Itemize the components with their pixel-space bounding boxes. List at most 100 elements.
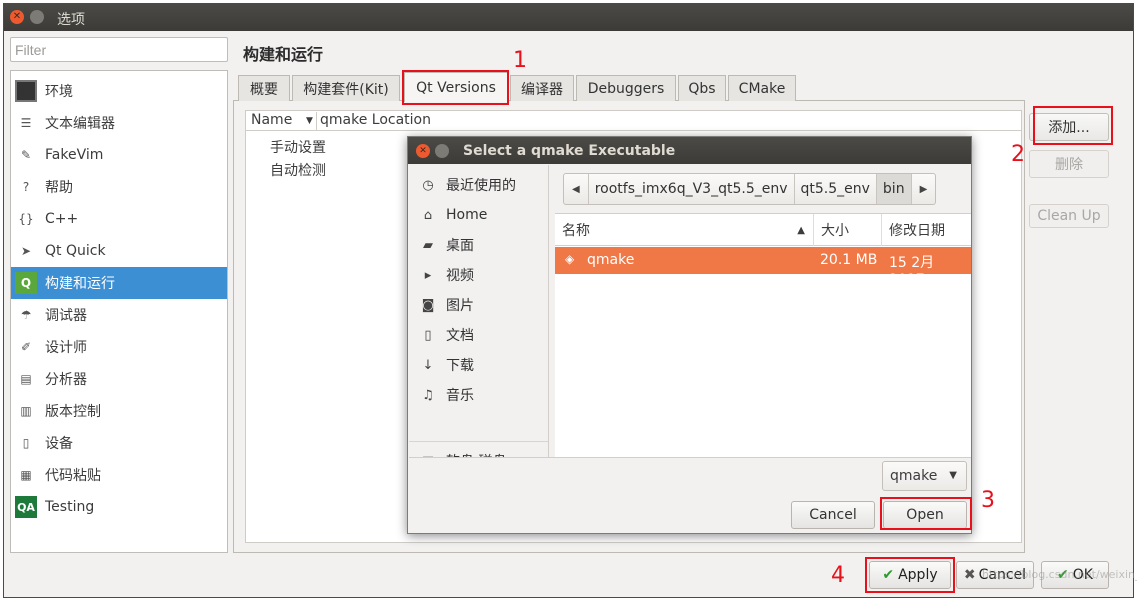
column-location-header[interactable]: qmake Location [320,112,431,128]
annotation-number: 2 [1011,142,1025,167]
file-modified: 15 2月 2017 [889,255,935,288]
place-item[interactable]: ♫ 音乐 [409,381,549,409]
tab-item[interactable]: Qt Versions [404,72,508,102]
filter-input[interactable] [10,37,228,62]
category-label: 环境 [45,84,73,100]
category-item[interactable]: ▬ 环境 [11,75,227,107]
place-item[interactable]: ↓ 下载 [409,351,549,379]
path-crumb[interactable]: qt5.5_env [795,174,877,204]
braces-icon: {} [18,212,34,226]
tab-item[interactable]: Debuggers [576,75,676,101]
tree-item-manual[interactable]: 手动设置 [270,137,326,157]
dialog-title-bar: ✕ Select a qmake Executable [408,137,971,164]
place-item[interactable]: ▸ 视频 [409,261,549,289]
place-item[interactable]: ◙ 图片 [409,291,549,319]
place-label: 视频 [446,268,474,284]
category-label: 设计师 [45,340,87,356]
category-item[interactable]: ➤ Qt Quick [11,235,227,267]
tab-item[interactable]: 概要 [238,75,290,101]
category-item[interactable]: ☰ 文本编辑器 [11,107,227,139]
column-name-label: 名称 [562,223,590,239]
place-item[interactable]: ▯ 文档 [409,321,549,349]
category-item[interactable]: ▯ 设备 [11,427,227,459]
category-label: 文本编辑器 [45,116,115,132]
category-item[interactable]: ? 帮助 [11,171,227,203]
sort-icon: ▼ [306,116,313,126]
place-item[interactable]: ▰ 桌面 [409,231,549,259]
file-name: qmake [587,252,635,268]
place-item[interactable]: ⌂ Home [409,201,549,229]
column-name-header[interactable]: 名称 ▲ [555,214,814,246]
category-item[interactable]: ▤ 分析器 [11,363,227,395]
category-item[interactable]: ✐ 设计师 [11,331,227,363]
music-icon: ♫ [422,387,434,403]
download-icon: ↓ [422,357,434,373]
path-bar: ◀ rootfs_imx6q_V3_qt5.5_env qt5.5_env bi… [563,173,937,205]
tab-item[interactable]: 构建套件(Kit) [292,75,400,101]
places-sidebar: ◷最近使用的⌂Home▰桌面▸视频◙图片▯文档↓下载♫音乐▣软盘 磁盘 [409,165,549,470]
path-back-icon[interactable]: ◀ [564,174,589,204]
column-size-header[interactable]: 大小 [814,214,882,246]
device-icon: ▯ [22,436,30,450]
column-divider [316,112,317,130]
tree-item-auto[interactable]: 自动检测 [270,160,326,180]
dropdown-icon: ▼ [949,470,957,481]
tab-item[interactable]: CMake [728,75,796,101]
debugger-icon: ☂ [20,308,32,322]
cleanup-button[interactable]: Clean Up [1029,204,1109,228]
column-name-header[interactable]: Name [251,112,292,128]
document-icon: ▯ [424,327,432,343]
place-label: 桌面 [446,238,474,254]
category-label: FakeVim [45,147,104,163]
category-item[interactable]: QA Testing [11,491,227,523]
category-label: Testing [45,499,95,515]
path-forward-icon[interactable]: ▶ [912,174,936,204]
close-icon[interactable]: ✕ [416,144,430,158]
category-item[interactable]: ☂ 调试器 [11,299,227,331]
place-label: Home [446,207,488,223]
category-item[interactable]: Q 构建和运行 [11,267,227,299]
monitor-icon: ▬ [15,80,37,102]
close-icon[interactable]: ✕ [10,10,24,24]
places-divider [409,441,548,442]
watermark: https://blog.csdn.net/weixin_45... [982,568,1137,581]
path-crumb[interactable]: rootfs_imx6q_V3_qt5.5_env [589,174,795,204]
annotation-number: 4 [831,563,845,588]
remove-button[interactable]: 删除 [1029,150,1109,178]
title-bar: ✕ 选项 [4,4,1133,31]
path-crumb-current[interactable]: bin [876,174,912,204]
place-label: 下载 [446,358,474,374]
tab-item[interactable]: Qbs [678,75,726,101]
category-item[interactable]: {} C++ [11,203,227,235]
place-item[interactable]: ◷ 最近使用的 [409,171,549,199]
file-type-value: qmake [890,468,938,484]
category-label: 设备 [45,436,73,452]
window-title: 选项 [57,12,85,28]
category-list: ▬ 环境 ☰ 文本编辑器 ✎ FakeVim ? 帮助 {} C++ ➤ Qt Quick Q 构建和运行… [10,70,228,553]
dialog-open-button[interactable]: Open [883,501,967,529]
analyzer-icon: ▤ [20,372,32,386]
column-modified-header[interactable]: 修改日期 [882,214,971,246]
paper-plane-icon: ➤ [20,244,32,258]
build-run-icon: Q [15,272,37,294]
minimize-icon[interactable] [30,10,44,24]
category-item[interactable]: ✎ FakeVim [11,139,227,171]
check-icon: ✔ [882,567,895,583]
annotation-number: 3 [981,488,995,513]
category-item[interactable]: ▦ 代码粘贴 [11,459,227,491]
fakevim-icon: ✎ [20,148,32,162]
apply-button[interactable]: ✔ Apply [869,561,951,589]
category-item[interactable]: ▥ 版本控制 [11,395,227,427]
sort-up-icon: ▲ [797,224,805,236]
place-label: 音乐 [446,388,474,404]
dialog-cancel-button[interactable]: Cancel [791,501,875,529]
version-control-icon: ▥ [20,404,32,418]
place-label: 文档 [446,328,474,344]
file-row-selected[interactable]: ◈ qmake 20.1 MB 15 2月 2017 [555,247,971,288]
minimize-icon[interactable] [435,144,449,158]
executable-icon: ◈ [565,252,575,266]
file-type-select[interactable]: qmake ▼ [882,461,967,491]
dialog-title: Select a qmake Executable [463,143,676,159]
add-button[interactable]: 添加... [1029,113,1109,141]
tab-item[interactable]: 编译器 [510,75,574,101]
